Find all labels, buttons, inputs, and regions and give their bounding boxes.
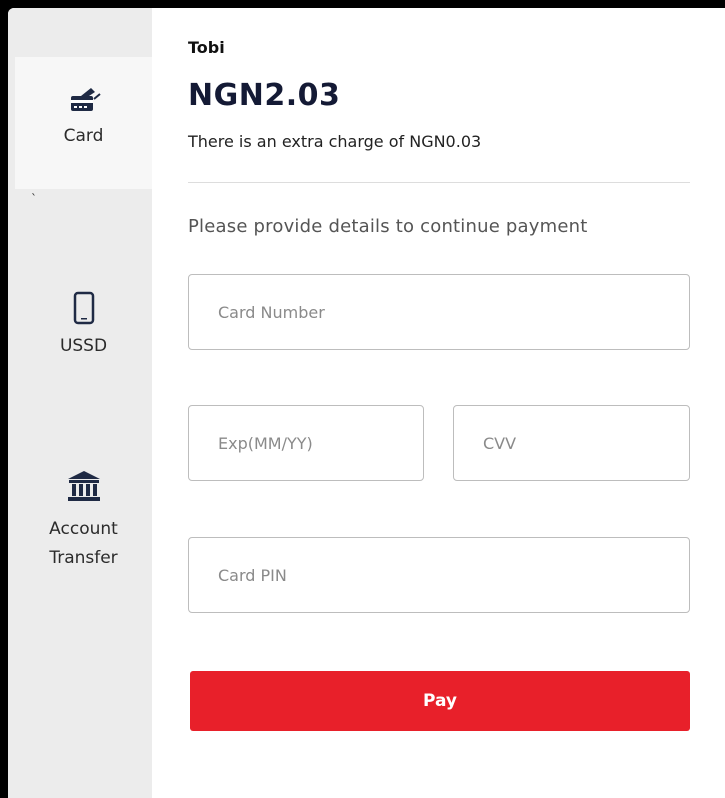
bank-icon [66,470,102,507]
pay-button[interactable]: Pay [190,671,690,731]
sidebar-item-account-transfer[interactable]: Account Transfer [15,470,152,580]
extra-charge-note: There is an extra charge of NGN0.03 [188,132,482,151]
expiry-date-input[interactable] [188,405,424,481]
card-number-input[interactable] [188,274,690,350]
payment-form-panel: Tobi NGN2.03 There is an extra charge of… [188,8,690,798]
divider [188,182,690,183]
phone-icon [73,291,95,330]
sidebar-item-ussd[interactable]: USSD [15,291,152,371]
payment-method-sidebar: Card ` USSD Account Transfer [8,8,152,798]
payment-modal: Card ` USSD Account Transfer Tobi NGN2.0… [8,8,725,798]
sidebar-item-card[interactable]: Card [15,57,152,189]
sidebar-item-label: Card [63,126,104,146]
payment-amount: NGN2.03 [188,78,341,113]
sidebar-item-label: Transfer [49,548,118,568]
merchant-name: Tobi [188,38,225,57]
sidebar-item-label: USSD [59,336,108,356]
sidebar-item-label: Account [49,519,118,539]
card-pin-input[interactable] [188,537,690,613]
stray-mark: ` [31,192,37,206]
form-instructions: Please provide details to continue payme… [188,216,588,237]
credit-card-icon [67,87,101,120]
cvv-input[interactable] [453,405,690,481]
